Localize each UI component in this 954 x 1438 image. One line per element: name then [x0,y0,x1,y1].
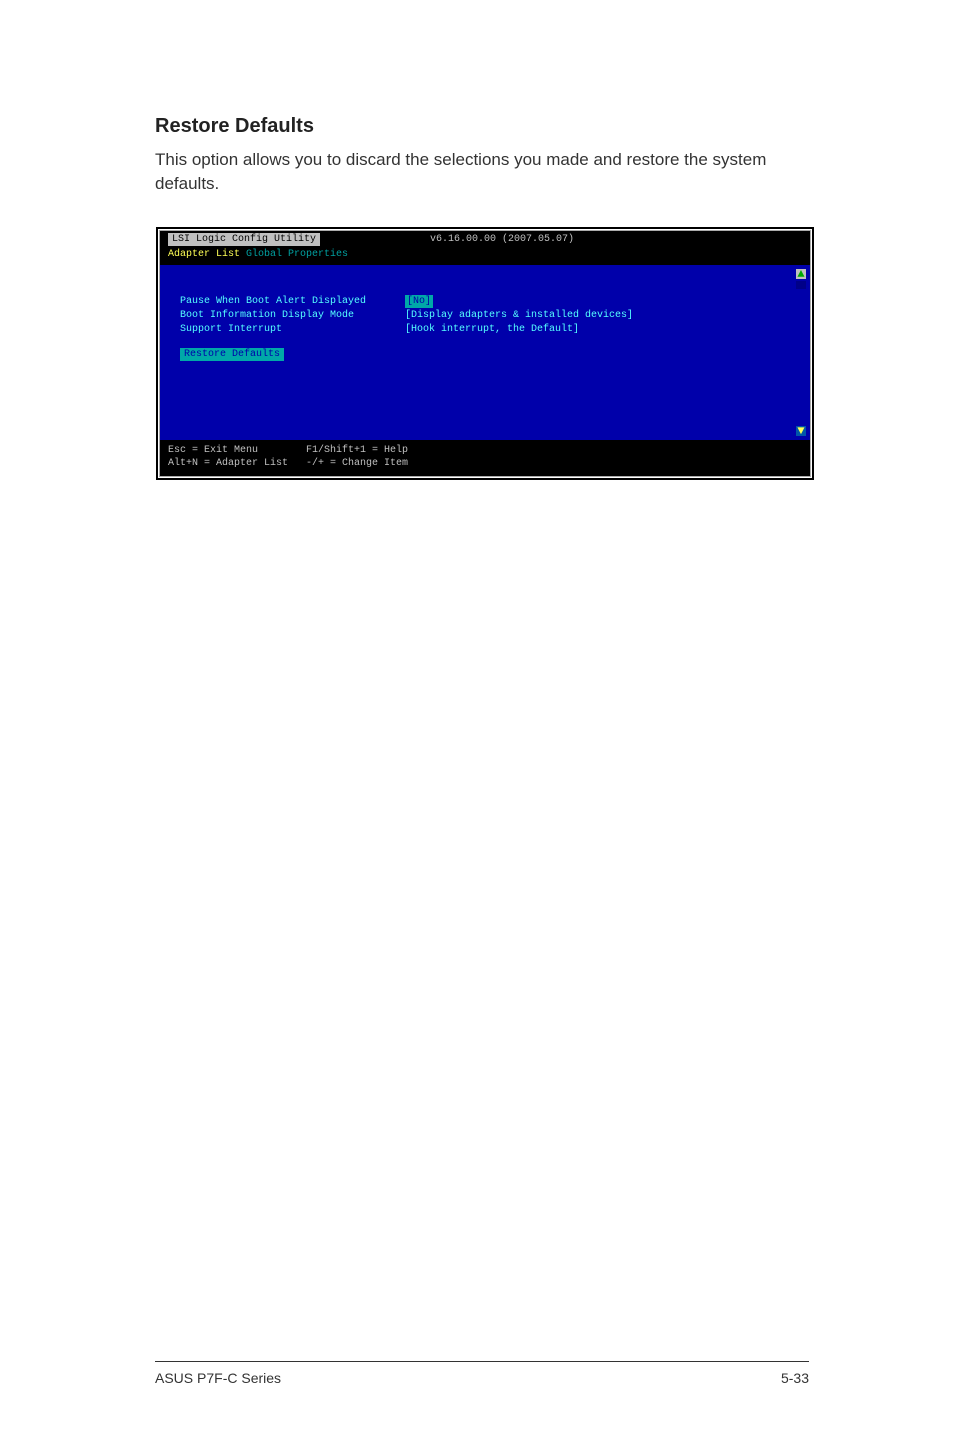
bios-setting-row: Boot Information Display Mode [Display a… [180,309,796,322]
footer-hint-line2: Alt+N = Adapter List -/+ = Change Item [168,458,408,469]
bios-setting-row: Support Interrupt [Hook interrupt, the D… [180,323,796,336]
bios-title: LSI Logic Config Utility [168,233,320,246]
setting-value[interactable]: [Hook interrupt, the Default] [405,323,579,336]
setting-value[interactable]: [Display adapters & installed devices] [405,309,633,322]
footer-right: 5-33 [781,1370,809,1386]
page-footer: ASUS P7F-C Series 5-33 [155,1361,809,1386]
bios-header: LSI Logic Config Utility v6.16.00.00 (20… [160,231,810,248]
scroll-down-icon[interactable]: ▼ [796,426,806,436]
scroll-track [796,281,806,289]
setting-value-selected[interactable]: [No] [405,295,433,308]
bios-version: v6.16.00.00 (2007.05.07) [430,233,574,246]
restore-defaults-row: Restore Defaults [180,348,796,361]
bios-footer: Esc = Exit Menu F1/Shift+1 = Help Alt+N … [160,440,810,476]
section-title: Restore Defaults [155,115,809,138]
bios-setting-row: Pause When Boot Alert Displayed [No] [180,295,796,308]
bios-subheader: Adapter List Global Properties [160,248,810,265]
setting-label: Pause When Boot Alert Displayed [180,295,405,308]
bios-main: ▲ Pause When Boot Alert Displayed [No] B… [160,265,810,440]
setting-label: Support Interrupt [180,323,405,336]
setting-label: Boot Information Display Mode [180,309,405,322]
bios-window: LSI Logic Config Utility v6.16.00.00 (20… [155,226,815,481]
section-body: This option allows you to discard the se… [155,148,809,196]
restore-defaults-button[interactable]: Restore Defaults [180,348,284,361]
scroll-up-icon[interactable]: ▲ [796,269,806,279]
footer-left: ASUS P7F-C Series [155,1370,281,1386]
menu-adapter-list[interactable]: Adapter List [168,249,240,260]
footer-hint-line1: Esc = Exit Menu F1/Shift+1 = Help [168,445,408,456]
menu-global-properties[interactable]: Global Properties [246,249,348,260]
